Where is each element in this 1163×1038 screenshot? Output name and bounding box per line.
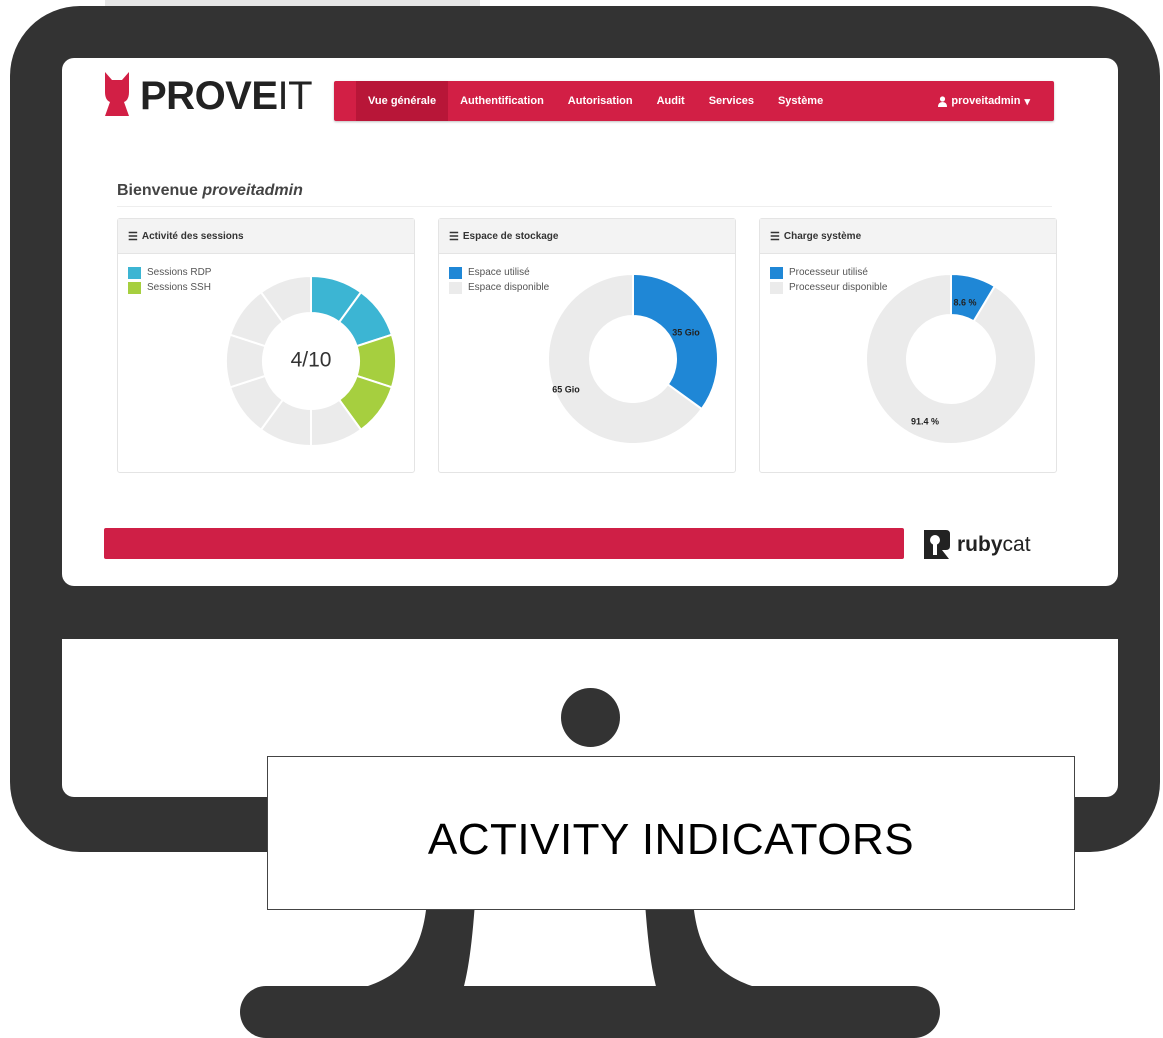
cpu-donut-chart: 8.6 % 91.4 %	[865, 272, 1037, 445]
nav-item-audit[interactable]: Audit	[645, 81, 697, 121]
main-navbar: Vue générale Authentification Autorisati…	[334, 81, 1054, 121]
title-divider	[117, 206, 1052, 207]
storage-donut-chart: 35 Gio 65 Gio	[547, 272, 719, 445]
storage-used-label: 35 Gio	[672, 327, 700, 337]
cpu-used-label: 8.6 %	[953, 297, 976, 307]
sessions-donut-chart: 4/10	[225, 274, 397, 448]
caption-text: ACTIVITY INDICATORS	[427, 815, 915, 864]
cat-logo-icon	[105, 72, 129, 116]
panel-storage: ☰ Espace de stockage Espace utilisé Espa…	[438, 218, 736, 473]
storage-free-label: 65 Gio	[552, 384, 580, 394]
rubycat-logo: rubycat	[922, 528, 1031, 561]
caret-down-icon: ▾	[1024, 95, 1030, 108]
cpu-free-label: 91.4 %	[911, 416, 939, 426]
user-menu[interactable]: proveitadmin ▾	[938, 95, 1054, 108]
nav-item-vue-generale[interactable]: Vue générale	[356, 81, 449, 121]
storage-used-slice	[632, 272, 719, 411]
panel-session-activity: ☰ Activité des sessions Sessions RDP Ses…	[117, 218, 415, 473]
footer-bar	[104, 528, 904, 559]
rubycat-logo-icon	[924, 530, 950, 559]
user-name: proveitadmin	[951, 95, 1021, 107]
caption-box: ACTIVITY INDICATORS	[267, 756, 1075, 910]
nav-item-services[interactable]: Services	[697, 81, 766, 121]
sessions-center-label: 4/10	[291, 349, 332, 372]
app-screen: PROVEIT Vue générale Authentification Au…	[62, 58, 1118, 586]
nav-item-systeme[interactable]: Système	[766, 81, 835, 121]
user-icon	[938, 95, 948, 107]
page-title: Bienvenue proveitadmin	[117, 182, 303, 199]
proveit-logo: PROVEIT	[102, 71, 313, 121]
panel-system-load: ☰ Charge système Processeur utilisé Proc…	[759, 218, 1057, 473]
logo-wordmark: PROVEIT	[140, 73, 313, 118]
nav-item-authentification[interactable]: Authentification	[448, 81, 556, 121]
power-button-icon	[561, 688, 620, 747]
nav-item-autorisation[interactable]: Autorisation	[556, 81, 645, 121]
